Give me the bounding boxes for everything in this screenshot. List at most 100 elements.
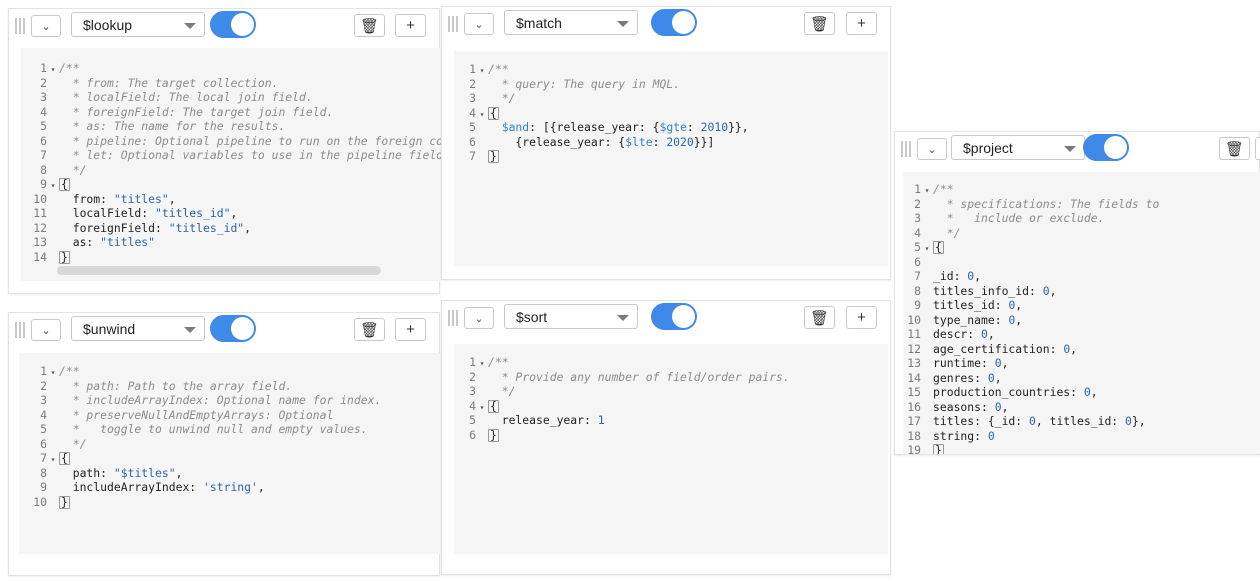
code-line: 19 } xyxy=(903,443,1159,454)
code-text: /** xyxy=(488,355,509,369)
stage-operator-value: $unwind xyxy=(83,321,136,337)
code-line: 8 titles_info_id: 0, xyxy=(903,284,1159,299)
delete-stage-button[interactable]: 🗑 xyxy=(354,14,385,37)
stage-operator-select[interactable]: $match xyxy=(504,10,638,35)
stage-operator-select[interactable]: $project xyxy=(951,135,1085,160)
code-line: 10 } xyxy=(29,495,381,510)
code-token: titles_info_id: xyxy=(933,283,1043,298)
code-token: type_name: xyxy=(933,312,1009,327)
add-stage-button[interactable]: + xyxy=(395,318,426,341)
code-line: 13 as: "titles" xyxy=(29,235,441,250)
code-comment: */ xyxy=(59,436,87,451)
code-token: titles: {_id: xyxy=(933,414,1030,428)
collapse-button[interactable]: ⌄ xyxy=(917,138,947,160)
stage-operator-select[interactable]: $lookup xyxy=(71,12,205,37)
code-editor[interactable]: 1 ▾/** 2 * specifications: The fields to 3 … xyxy=(903,172,1260,454)
stage-operator-select[interactable]: $sort xyxy=(504,304,638,329)
code-text: {release_year: {$lte: 2020}}] xyxy=(488,135,714,149)
code-line: 9 ▾{ xyxy=(29,177,441,192)
stage-card-match: ⌄ $match 🗑 + 1 ▾/** 2 * query: The query i… xyxy=(441,6,891,280)
collapse-button[interactable]: ⌄ xyxy=(464,13,494,35)
code-text: as: "titles" xyxy=(59,235,155,249)
add-stage-button[interactable]: + xyxy=(846,12,877,35)
code-line: 4 * preserveNullAndEmptyArrays: Optional xyxy=(29,408,381,423)
code-text: titles: {_id: 0, titles_id: 0}, xyxy=(933,414,1146,428)
code-text: */ xyxy=(59,162,87,177)
code-operator: $and xyxy=(501,120,530,134)
line-number: 3 xyxy=(40,393,47,407)
line-number: 13 xyxy=(907,356,921,370)
code-line: 4 * foreignField: The target join field. xyxy=(29,105,441,120)
line-number: 6 xyxy=(914,254,921,269)
code-editor[interactable]: 1 ▾/** 2 * Provide any number of field/ord… xyxy=(454,344,888,554)
line-number: 10 xyxy=(907,312,921,327)
code-line: 14 } xyxy=(29,250,441,265)
line-number: 1 xyxy=(469,62,476,76)
matched-brace: } xyxy=(933,444,944,454)
stage-card-project: ⌄ $project 🗑 1 ▾/** 2 * specifications: Th… xyxy=(894,131,1260,455)
code-line: 17 titles: {_id: 0, titles_id: 0}, xyxy=(903,414,1159,429)
code-token: : [{release_year: { xyxy=(529,120,660,134)
trash-icon: 🗑 xyxy=(359,321,380,339)
code-line: 18 string: 0 xyxy=(903,429,1159,444)
drag-handle-icon[interactable] xyxy=(448,310,460,326)
code-line: 3 * includeArrayIndex: Optional name for… xyxy=(29,393,381,408)
chevron-down-icon: ⌄ xyxy=(474,312,484,325)
add-stage-button[interactable]: + xyxy=(846,306,877,329)
line-number: 4 xyxy=(40,104,47,119)
drag-handle-icon[interactable] xyxy=(448,16,460,32)
stage-operator-select[interactable]: $unwind xyxy=(71,316,205,341)
drag-handle-icon[interactable] xyxy=(15,322,27,338)
collapse-button[interactable]: ⌄ xyxy=(464,307,494,329)
line-number: 11 xyxy=(33,206,47,220)
code-string: 'string' xyxy=(203,480,258,494)
code-text: } xyxy=(488,428,499,442)
code-text: */ xyxy=(488,384,516,398)
code-text: */ xyxy=(59,436,87,451)
code-editor[interactable]: 1 ▾/** 2 * query: The query in MQL. 3 */4 ▾{… xyxy=(454,51,888,266)
stage-enable-toggle[interactable] xyxy=(651,9,697,36)
delete-stage-button[interactable]: 🗑 xyxy=(804,306,835,329)
stage-toolbar: ⌄ $lookup 🗑 + xyxy=(9,9,439,43)
stage-enable-toggle[interactable] xyxy=(210,315,256,342)
code-token: : xyxy=(652,134,667,149)
stage-enable-toggle[interactable] xyxy=(210,11,256,38)
code-line: 13 runtime: 0, xyxy=(903,356,1159,371)
code-number: 0 xyxy=(994,356,1002,370)
delete-stage-button[interactable]: 🗑 xyxy=(354,318,385,341)
code-comment: * pipeline: Optional pipeline to run on … xyxy=(59,133,441,148)
code-text: $and: [{release_year: {$gte: 2010}}, xyxy=(488,120,749,134)
code-line: 8 path: "$titles", xyxy=(29,466,381,481)
code-text: } xyxy=(59,495,70,509)
line-number: 6 xyxy=(40,436,47,451)
stage-enable-toggle[interactable] xyxy=(1083,134,1129,161)
code-comment: * path: Path to the array field. xyxy=(59,378,293,393)
code-line: 1 ▾/** xyxy=(458,355,790,370)
code-token: , xyxy=(168,191,176,206)
code-text: } xyxy=(933,443,944,454)
drag-handle-icon[interactable] xyxy=(901,141,913,157)
add-stage-button[interactable] xyxy=(1255,137,1260,160)
code-operator: $lte xyxy=(625,134,653,149)
collapse-button[interactable]: ⌄ xyxy=(31,15,61,37)
code-text: * includeArrayIndex: Optional name for i… xyxy=(59,393,382,407)
caret-down-icon xyxy=(184,23,196,29)
horizontal-scrollbar[interactable] xyxy=(57,266,381,275)
collapse-button[interactable]: ⌄ xyxy=(31,319,61,341)
code-comment: */ xyxy=(59,162,87,177)
delete-stage-button[interactable]: 🗑 xyxy=(804,12,835,35)
code-text: } xyxy=(488,149,499,163)
add-stage-button[interactable]: + xyxy=(395,14,426,37)
stage-enable-toggle[interactable] xyxy=(651,303,697,330)
code-text: titles_info_id: 0, xyxy=(933,284,1056,298)
code-editor[interactable]: 1 ▾/** 2 * path: Path to the array field. 3… xyxy=(19,353,441,554)
code-token: , xyxy=(1001,399,1009,414)
code-editor[interactable]: 1 ▾/** 2 * from: The target collection. 3 *… xyxy=(21,48,441,281)
drag-handle-icon[interactable] xyxy=(15,18,27,34)
caret-down-icon xyxy=(184,327,196,333)
matched-brace: } xyxy=(59,494,70,509)
delete-stage-button[interactable]: 🗑 xyxy=(1219,137,1250,160)
fold-gutter xyxy=(47,252,59,267)
code-text: * query: The query in MQL. xyxy=(488,77,680,91)
code-line: 4 ▾{ xyxy=(458,106,749,121)
